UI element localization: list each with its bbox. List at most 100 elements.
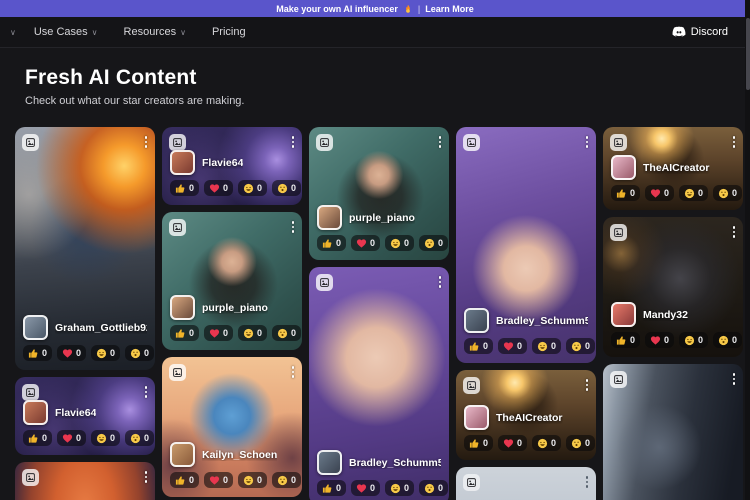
reaction-surprised[interactable]: 0	[566, 338, 595, 354]
surprised-emoji-icon	[277, 328, 288, 339]
reaction-count: 0	[551, 341, 556, 351]
thumbs-up-icon	[175, 328, 186, 339]
reaction-count: 0	[664, 188, 669, 198]
avatar	[317, 205, 342, 230]
reaction-count: 0	[223, 328, 228, 338]
reaction-surprised[interactable]: 0	[713, 332, 742, 348]
reaction-heart[interactable]: 0	[204, 180, 233, 196]
content-card[interactable]: Mandy32 0 0 0 0	[603, 217, 743, 357]
reaction-heart[interactable]: 0	[57, 345, 86, 361]
card-menu-button[interactable]	[436, 133, 445, 151]
heart-icon	[650, 335, 661, 346]
card-menu-button[interactable]	[730, 133, 739, 151]
reaction-heart[interactable]: 0	[645, 332, 674, 348]
scrollbar-thumb[interactable]	[746, 18, 750, 90]
content-card[interactable]: TheAICreator 0 0 0 0	[456, 370, 596, 460]
reaction-surprised[interactable]: 0	[419, 235, 448, 251]
reaction-thumbs-up[interactable]: 0	[464, 338, 493, 354]
reaction-laughing[interactable]: 0	[532, 435, 561, 451]
content-card[interactable]: Flavie64 0 0 0 0	[15, 377, 155, 455]
reaction-thumbs-up[interactable]: 0	[170, 325, 199, 341]
reaction-laughing[interactable]: 0	[91, 430, 120, 446]
reaction-surprised[interactable]: 0	[419, 480, 448, 496]
content-card[interactable]: purple_piano 0 0 0 0	[162, 212, 302, 350]
card-menu-button[interactable]	[289, 363, 298, 381]
username: Kailyn_Schoen	[202, 449, 277, 461]
username: Flavie64	[55, 407, 96, 419]
reaction-heart[interactable]: 0	[204, 472, 233, 488]
reaction-surprised[interactable]: 0	[566, 435, 595, 451]
reaction-count: 0	[483, 438, 488, 448]
reaction-heart[interactable]: 0	[645, 185, 674, 201]
reaction-laughing[interactable]: 0	[238, 325, 267, 341]
image-type-icon	[22, 469, 39, 486]
content-card[interactable]	[456, 467, 596, 500]
reaction-thumbs-up[interactable]: 0	[317, 235, 346, 251]
image-type-icon	[316, 274, 333, 291]
reaction-heart[interactable]: 0	[498, 435, 527, 451]
reaction-laughing[interactable]: 0	[532, 338, 561, 354]
reaction-heart[interactable]: 0	[204, 325, 233, 341]
card-menu-button[interactable]	[142, 383, 151, 401]
reaction-laughing[interactable]: 0	[385, 235, 414, 251]
card-menu-button[interactable]	[289, 218, 298, 236]
learn-more-link[interactable]: Learn More	[425, 4, 474, 14]
reaction-heart[interactable]: 0	[351, 480, 380, 496]
content-card[interactable]: Flavie64 0 0 0 0	[162, 127, 302, 205]
nav-item-label: Use Cases	[34, 26, 88, 38]
reaction-count: 0	[630, 188, 635, 198]
reaction-heart[interactable]: 0	[351, 235, 380, 251]
reaction-laughing[interactable]: 0	[238, 180, 267, 196]
reaction-thumbs-up[interactable]: 0	[611, 332, 640, 348]
content-card[interactable]	[15, 462, 155, 500]
card-menu-button[interactable]	[289, 133, 298, 151]
nav-item-resources[interactable]: Resources ∨	[124, 26, 186, 38]
reaction-surprised[interactable]: 0	[272, 180, 301, 196]
reaction-thumbs-up[interactable]: 0	[170, 180, 199, 196]
surprised-emoji-icon	[277, 183, 288, 194]
reaction-thumbs-up[interactable]: 0	[464, 435, 493, 451]
nav-item-use-cases[interactable]: Use Cases ∨	[34, 26, 98, 38]
image-type-icon	[169, 219, 186, 236]
reaction-thumbs-up[interactable]: 0	[317, 480, 346, 496]
card-menu-button[interactable]	[436, 273, 445, 291]
reaction-laughing[interactable]: 0	[679, 185, 708, 201]
reaction-laughing[interactable]: 0	[238, 472, 267, 488]
content-card[interactable]	[603, 364, 743, 500]
reaction-surprised[interactable]: 0	[125, 430, 154, 446]
content-card[interactable]: Kailyn_Schoen 0 0 0 0	[162, 357, 302, 497]
reaction-surprised[interactable]: 0	[713, 185, 742, 201]
thumbs-up-icon	[175, 475, 186, 486]
discord-button[interactable]: Discord	[672, 25, 728, 39]
content-card[interactable]: purple_piano 0 0 0 0	[309, 127, 449, 260]
reaction-heart[interactable]: 0	[498, 338, 527, 354]
card-menu-button[interactable]	[142, 468, 151, 486]
content-card[interactable]: Graham_Gottlieb92 0 0 0 0	[15, 127, 155, 370]
scrollbar[interactable]	[745, 0, 750, 500]
reaction-heart[interactable]: 0	[57, 430, 86, 446]
card-menu-button[interactable]	[583, 376, 592, 394]
reaction-thumbs-up[interactable]: 0	[170, 472, 199, 488]
reaction-surprised[interactable]: 0	[125, 345, 154, 361]
reaction-laughing[interactable]: 0	[91, 345, 120, 361]
card-menu-button[interactable]	[142, 133, 151, 151]
content-card[interactable]: Bradley_Schumm53 0 0 0 0	[309, 267, 449, 500]
card-menu-button[interactable]	[730, 370, 739, 388]
reaction-thumbs-up[interactable]: 0	[611, 185, 640, 201]
heart-icon	[209, 183, 220, 194]
image-type-icon	[610, 224, 627, 241]
reaction-thumbs-up[interactable]: 0	[23, 345, 52, 361]
content-card[interactable]: Bradley_Schumm53 0 0 0 0	[456, 127, 596, 363]
card-menu-button[interactable]	[583, 133, 592, 151]
reaction-surprised[interactable]: 0	[272, 325, 301, 341]
nav-item-pricing[interactable]: Pricing	[212, 26, 246, 38]
image-type-icon	[463, 377, 480, 394]
reaction-laughing[interactable]: 0	[679, 332, 708, 348]
reaction-thumbs-up[interactable]: 0	[23, 430, 52, 446]
reaction-laughing[interactable]: 0	[385, 480, 414, 496]
card-menu-button[interactable]	[730, 223, 739, 241]
avatar	[170, 442, 195, 467]
card-menu-button[interactable]	[583, 473, 592, 491]
reaction-surprised[interactable]: 0	[272, 472, 301, 488]
content-card[interactable]: TheAICreator 0 0 0 0	[603, 127, 743, 210]
